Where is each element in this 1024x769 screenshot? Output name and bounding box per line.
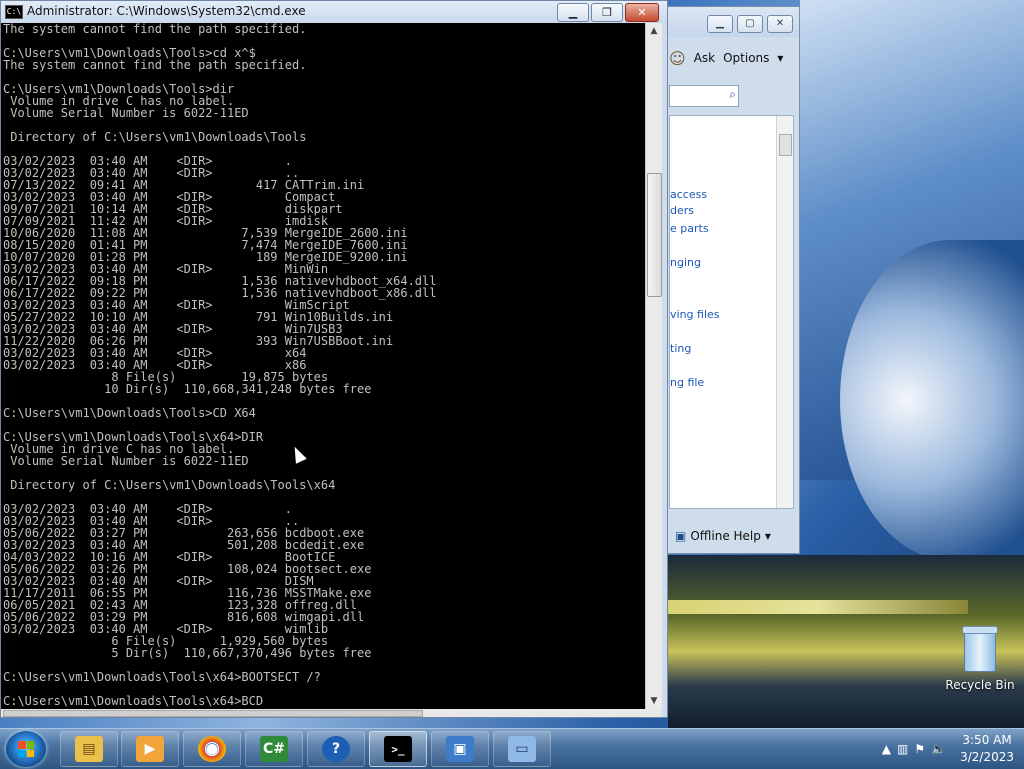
- console-horizontal-scrollbar[interactable]: [1, 709, 661, 717]
- help-search-input[interactable]: ⌕: [669, 85, 739, 107]
- help-link[interactable]: ders: [670, 204, 694, 217]
- console-text: The system cannot find the path specifie…: [3, 23, 437, 708]
- taskbar-help-button[interactable]: ?: [307, 731, 365, 767]
- help-titlebar[interactable]: ▁ ▢ ✕: [649, 7, 799, 37]
- search-icon[interactable]: ⌕: [729, 87, 736, 102]
- close-button[interactable]: ✕: [625, 3, 659, 22]
- help-minimize-button[interactable]: ▁: [707, 15, 733, 33]
- taskbar-cmd-button[interactable]: >_: [369, 731, 427, 767]
- help-toolbar: ☺ Ask Options ▾: [669, 45, 799, 71]
- vm-icon: ▭: [508, 736, 536, 762]
- help-link[interactable]: e parts: [670, 222, 709, 235]
- offline-help-button[interactable]: ▣ Offline Help ▾: [675, 529, 771, 543]
- clock-time: 3:50 AM: [962, 733, 1012, 747]
- cmd-window[interactable]: C:\ Administrator: C:\Windows\System32\c…: [0, 0, 668, 718]
- media-player-icon: ▶: [136, 736, 164, 762]
- taskbar-explorer-button[interactable]: ▤: [60, 731, 118, 767]
- options-button[interactable]: Options: [723, 51, 769, 65]
- taskbar-media-player-button[interactable]: ▶: [121, 731, 179, 767]
- scroll-thumb[interactable]: [647, 173, 662, 297]
- cmd-icon[interactable]: C:\: [5, 5, 23, 19]
- wallpaper-stripe: [668, 600, 968, 614]
- help-maximize-button[interactable]: ▢: [737, 15, 763, 33]
- help-scrollbar[interactable]: [776, 116, 793, 508]
- help-window[interactable]: ▁ ▢ ✕ ☺ Ask Options ▾ ⌕ access ders e pa…: [648, 6, 800, 554]
- network-icon: ▣: [446, 736, 474, 762]
- scroll-up-icon[interactable]: ▲: [646, 23, 662, 39]
- help-link[interactable]: nging: [670, 256, 701, 269]
- ask-button[interactable]: Ask: [694, 51, 715, 65]
- offline-help-label: Offline Help: [690, 529, 761, 543]
- chevron-down-icon: ▾: [764, 529, 771, 543]
- offline-help-icon: ▣: [675, 529, 687, 543]
- chevron-down-icon: ▾: [777, 51, 784, 65]
- show-hidden-icons-icon[interactable]: ▲: [882, 742, 891, 756]
- help-link[interactable]: ng file: [670, 376, 704, 389]
- recycle-bin-label: Recycle Bin: [945, 678, 1015, 692]
- taskbar-remote-button[interactable]: ▣: [431, 731, 489, 767]
- console-vertical-scrollbar[interactable]: ▲ ▼: [645, 23, 662, 709]
- folder-icon: ▤: [75, 736, 103, 762]
- cmd-icon: >_: [384, 736, 412, 762]
- clock[interactable]: 3:50 AM 3/2/2023: [960, 732, 1014, 766]
- help-close-button[interactable]: ✕: [767, 15, 793, 33]
- clock-date: 3/2/2023: [960, 750, 1014, 764]
- help-link[interactable]: ting: [670, 342, 691, 355]
- console-output-area[interactable]: The system cannot find the path specifie…: [1, 23, 645, 709]
- cmd-titlebar[interactable]: C:\ Administrator: C:\Windows\System32\c…: [1, 1, 667, 23]
- help-link[interactable]: access: [670, 188, 707, 201]
- hscroll-thumb[interactable]: [3, 710, 423, 717]
- cmd-window-title: Administrator: C:\Windows\System32\cmd.e…: [27, 4, 306, 18]
- help-link[interactable]: ving files: [670, 308, 720, 321]
- chrome-icon: ●: [198, 736, 226, 762]
- help-content: access ders e parts nging ving files tin…: [669, 115, 794, 509]
- taskbar-csharp-button[interactable]: C#: [245, 731, 303, 767]
- ask-icon: ☺: [669, 48, 686, 68]
- volume-icon[interactable]: 🔈: [931, 742, 946, 756]
- action-center-flag-icon[interactable]: ⚑: [914, 742, 925, 756]
- restore-button[interactable]: ❐: [591, 3, 623, 22]
- minimize-button[interactable]: ▁: [557, 3, 589, 22]
- csharp-icon: C#: [260, 736, 288, 762]
- system-tray: ▲ ▥ ⚑ 🔈 3:50 AM 3/2/2023: [882, 729, 1024, 769]
- recycle-bin[interactable]: Recycle Bin: [940, 626, 1020, 692]
- recycle-bin-icon[interactable]: [962, 626, 998, 672]
- start-button[interactable]: [6, 731, 46, 767]
- windows-logo-icon: [18, 741, 34, 757]
- taskbar: ▤ ▶ ● C# ? >_ ▣ ▭ ▲ ▥ ⚑ 🔈 3:50 AM 3/2/20…: [0, 728, 1024, 769]
- network-tray-icon[interactable]: ▥: [897, 742, 908, 756]
- help-icon: ?: [322, 736, 350, 762]
- taskbar-vm-button[interactable]: ▭: [493, 731, 551, 767]
- taskbar-chrome-button[interactable]: ●: [183, 731, 241, 767]
- scroll-down-icon[interactable]: ▼: [646, 693, 662, 709]
